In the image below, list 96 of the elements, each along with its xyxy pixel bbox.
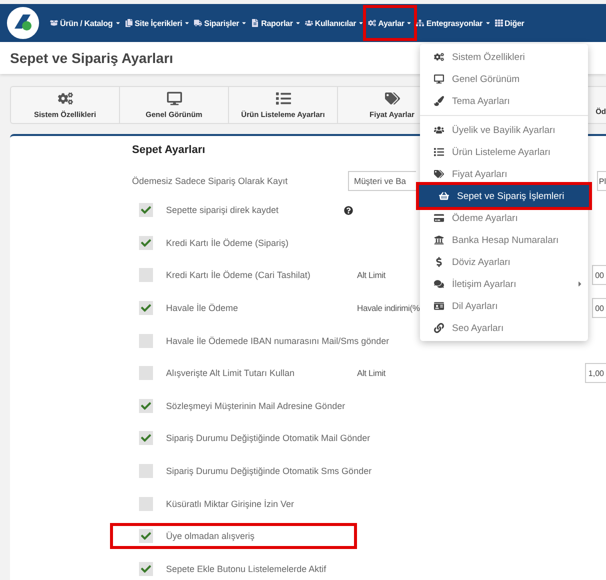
page-title: Sepet ve Sipariş Ayarları <box>10 50 174 66</box>
menu-item[interactable]: İletişim Ayarları <box>420 273 588 295</box>
checkbox[interactable] <box>139 464 153 478</box>
checkbox[interactable] <box>139 496 153 511</box>
caret-icon <box>184 20 190 26</box>
field-label: Alt Limit <box>357 368 386 378</box>
checkbox-label: Kredi Kartı İle Ödeme (Sipariş) <box>166 238 290 248</box>
users-icon <box>434 125 444 135</box>
caret-icon <box>241 20 248 26</box>
input-field[interactable]: 00 <box>592 298 606 318</box>
caret-icon <box>484 20 491 26</box>
select-field[interactable]: Müşteri ve Ba <box>348 171 416 191</box>
caret-icon <box>406 20 412 26</box>
checkbox[interactable] <box>139 398 153 413</box>
nav-menu-item[interactable]: Siparişler <box>194 10 248 36</box>
field-label: Alt Limit <box>357 270 386 280</box>
checkbox[interactable] <box>139 431 153 446</box>
dollar-icon <box>434 257 444 267</box>
check-icon <box>141 205 151 216</box>
setting-label: Ödemesiz Sadece Sipariş Olarak Kayıt <box>132 176 289 186</box>
logo-icon[interactable] <box>6 6 40 40</box>
checkbox-label: Sözleşmeyi Müşterinin Mail Adresine Gönder <box>166 400 346 411</box>
menu-item[interactable]: Döviz Ayarları <box>420 251 588 273</box>
check-icon <box>141 531 151 542</box>
document-icon <box>251 19 260 27</box>
checkbox-label: Alışverişte Alt Limit Tutarı Kullan <box>166 368 296 378</box>
menu-item[interactable]: Banka Hesap Numaraları <box>420 229 588 251</box>
truck-icon <box>194 19 202 27</box>
sitemap-icon <box>416 19 424 27</box>
chat-icon <box>434 279 444 289</box>
monitor-icon <box>166 91 182 106</box>
input-field[interactable]: 1,00 <box>585 363 606 384</box>
checkbox[interactable] <box>139 203 153 218</box>
gears-icon <box>434 52 444 62</box>
tag-icon <box>434 169 444 179</box>
pages-icon <box>124 19 133 27</box>
input-field[interactable]: 00 <box>592 265 606 286</box>
grid-icon <box>494 19 503 27</box>
gears-icon <box>368 19 376 27</box>
bank-icon <box>434 235 444 245</box>
caret-icon <box>294 20 301 26</box>
checkbox-label: Sepette siparişi direk kaydet <box>166 205 280 216</box>
menu-item[interactable]: Ürün Listeleme Ayarları <box>420 141 588 163</box>
checkbox-label: Kredi Kartı İle Ödeme (Cari Tashilat) <box>166 270 312 280</box>
nav-menu-item[interactable]: Diğer <box>494 10 524 36</box>
checkbox-label: Sipariş Durumu Değiştiğinde Otomatik Mail Gönder <box>166 433 370 444</box>
field-label: Havale indirimi(% <box>357 303 420 314</box>
card-icon <box>434 213 444 223</box>
caret-icon <box>114 20 121 26</box>
checkbox[interactable] <box>139 268 153 282</box>
menu-item[interactable]: Sistem Özellikleri <box>420 46 588 68</box>
check-icon <box>141 400 151 411</box>
checkbox[interactable] <box>139 301 153 316</box>
checkbox[interactable] <box>139 366 153 380</box>
list-icon <box>434 147 444 157</box>
link-icon <box>434 323 444 333</box>
menu-item[interactable]: Sepet ve Sipariş İşlemleri <box>419 185 589 207</box>
nav-menu-item[interactable]: Ürün / Katalog <box>50 10 121 36</box>
check-icon <box>141 303 151 314</box>
monitor-icon <box>434 74 444 84</box>
nav-menu-item[interactable]: Site İçerikleri <box>124 10 190 36</box>
menu-item[interactable]: Dil Ayarları <box>420 295 588 317</box>
checkbox-label: Küsüratlı Miktar Girişine İzin Ver <box>166 498 296 509</box>
menu-item[interactable]: Genel Görünüm <box>420 68 588 90</box>
checkbox-label: Havale İle Ödemede IBAN numarasını Mail/Sms gönder <box>166 336 390 346</box>
check-icon <box>141 564 151 574</box>
nav-menu-item[interactable]: Raporlar <box>251 10 301 36</box>
caret-icon <box>358 20 364 26</box>
submenu-caret-icon <box>576 280 584 288</box>
checkbox[interactable] <box>139 334 153 348</box>
brush-icon <box>434 96 444 106</box>
nav-menu-item[interactable]: Entegrasyonlar <box>416 10 491 36</box>
select-field[interactable]: Pl <box>596 171 606 191</box>
list-icon <box>276 91 290 106</box>
tag-icon <box>384 91 400 106</box>
checkbox-label: Sipariş Durumu Değiştiğinde Otomatik Sms Gönder <box>166 466 372 476</box>
nav-menu-item[interactable]: Ayarlar <box>368 10 412 36</box>
menu-item[interactable]: Fiyat Ayarları <box>420 163 588 185</box>
basket-icon <box>439 191 449 201</box>
section-title: Sepet Ayarları <box>132 144 206 156</box>
help-icon[interactable] <box>344 206 353 215</box>
users-icon <box>304 19 313 27</box>
box-icon <box>50 19 58 27</box>
checkbox-label: Havale İle Ödeme <box>166 303 240 314</box>
menu-item[interactable]: Seo Ayarları <box>420 317 588 339</box>
checkbox[interactable] <box>139 562 153 576</box>
checkbox-label: Sepete Ekle Butonu Listelemelerde Aktif <box>166 564 328 574</box>
menu-item[interactable]: Ödeme Ayarları <box>420 207 588 229</box>
checkbox-label: Üye olmadan alışveriş <box>166 531 256 542</box>
nav-menu-item[interactable]: Kullanıcılar <box>304 10 364 36</box>
checkbox[interactable] <box>139 236 153 250</box>
gears-icon <box>58 91 72 106</box>
checkbox[interactable] <box>139 529 153 544</box>
id-card-icon <box>434 301 444 311</box>
check-icon <box>141 238 151 248</box>
check-icon <box>141 433 151 444</box>
